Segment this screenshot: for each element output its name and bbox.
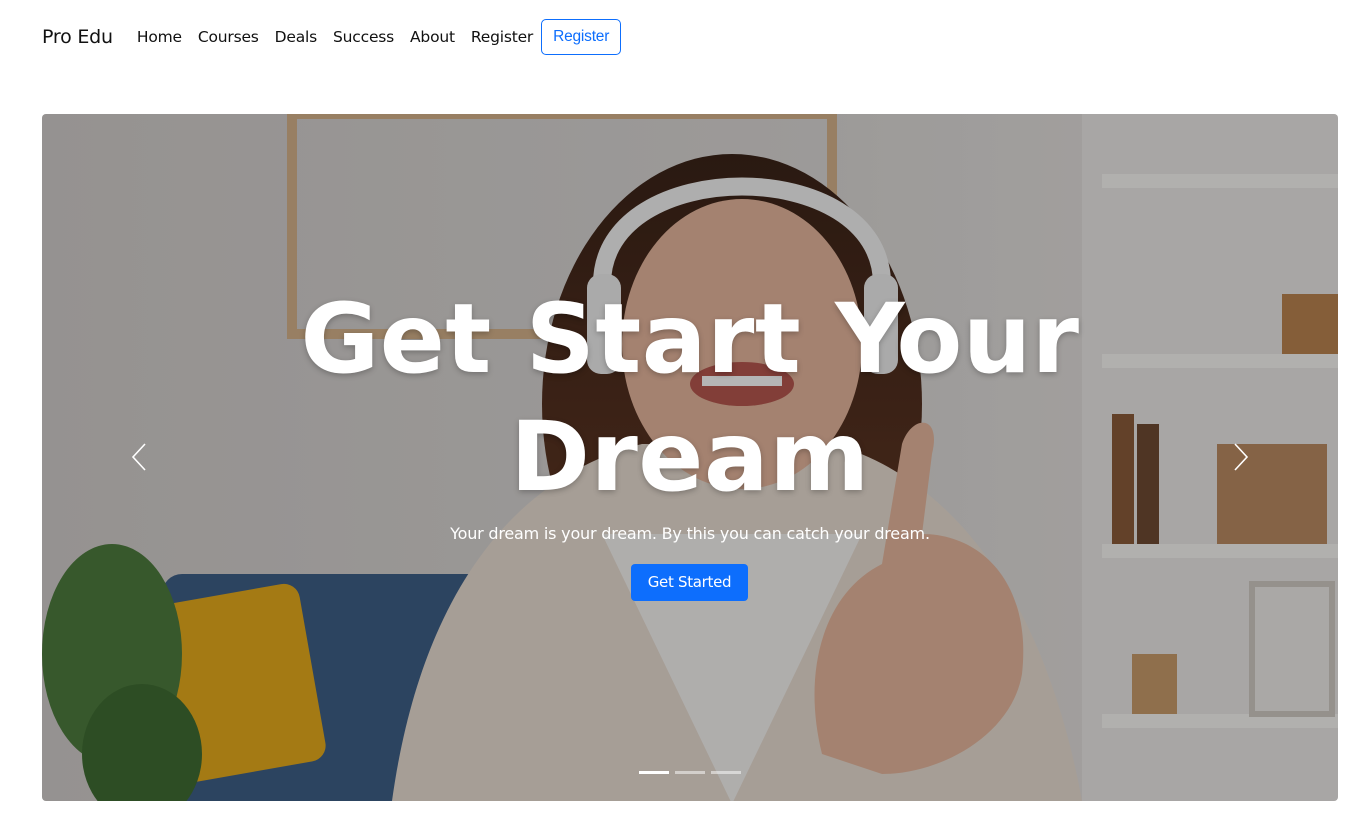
nav-link-home[interactable]: Home bbox=[137, 28, 182, 46]
nav-link-deals[interactable]: Deals bbox=[275, 28, 318, 46]
carousel-indicator-3[interactable] bbox=[711, 771, 741, 774]
hero-subtitle: Your dream is your dream. By this you ca… bbox=[450, 524, 930, 543]
brand-logo[interactable]: Pro Edu bbox=[42, 26, 113, 48]
hero-title: Get Start Your Dream bbox=[42, 280, 1338, 516]
hero-title-line2: Dream bbox=[510, 401, 870, 513]
carousel-indicator-2[interactable] bbox=[675, 771, 705, 774]
hero-title-line1: Get Start Your bbox=[300, 283, 1080, 395]
nav-links: Home Courses Deals Success About Registe… bbox=[137, 19, 622, 55]
get-started-button[interactable]: Get Started bbox=[631, 564, 748, 601]
hero-carousel: Get Start Your Dream Your dream is your … bbox=[42, 114, 1338, 801]
hero-caption: Get Start Your Dream Your dream is your … bbox=[42, 114, 1338, 801]
nav-link-success[interactable]: Success bbox=[333, 28, 394, 46]
nav-link-register[interactable]: Register bbox=[471, 28, 533, 46]
nav-link-courses[interactable]: Courses bbox=[198, 28, 259, 46]
carousel-indicators bbox=[639, 771, 741, 777]
navbar: Pro Edu Home Courses Deals Success About… bbox=[0, 0, 1368, 74]
carousel-indicator-1[interactable] bbox=[639, 771, 669, 774]
nav-link-about[interactable]: About bbox=[410, 28, 455, 46]
register-button[interactable]: Register bbox=[541, 19, 622, 55]
